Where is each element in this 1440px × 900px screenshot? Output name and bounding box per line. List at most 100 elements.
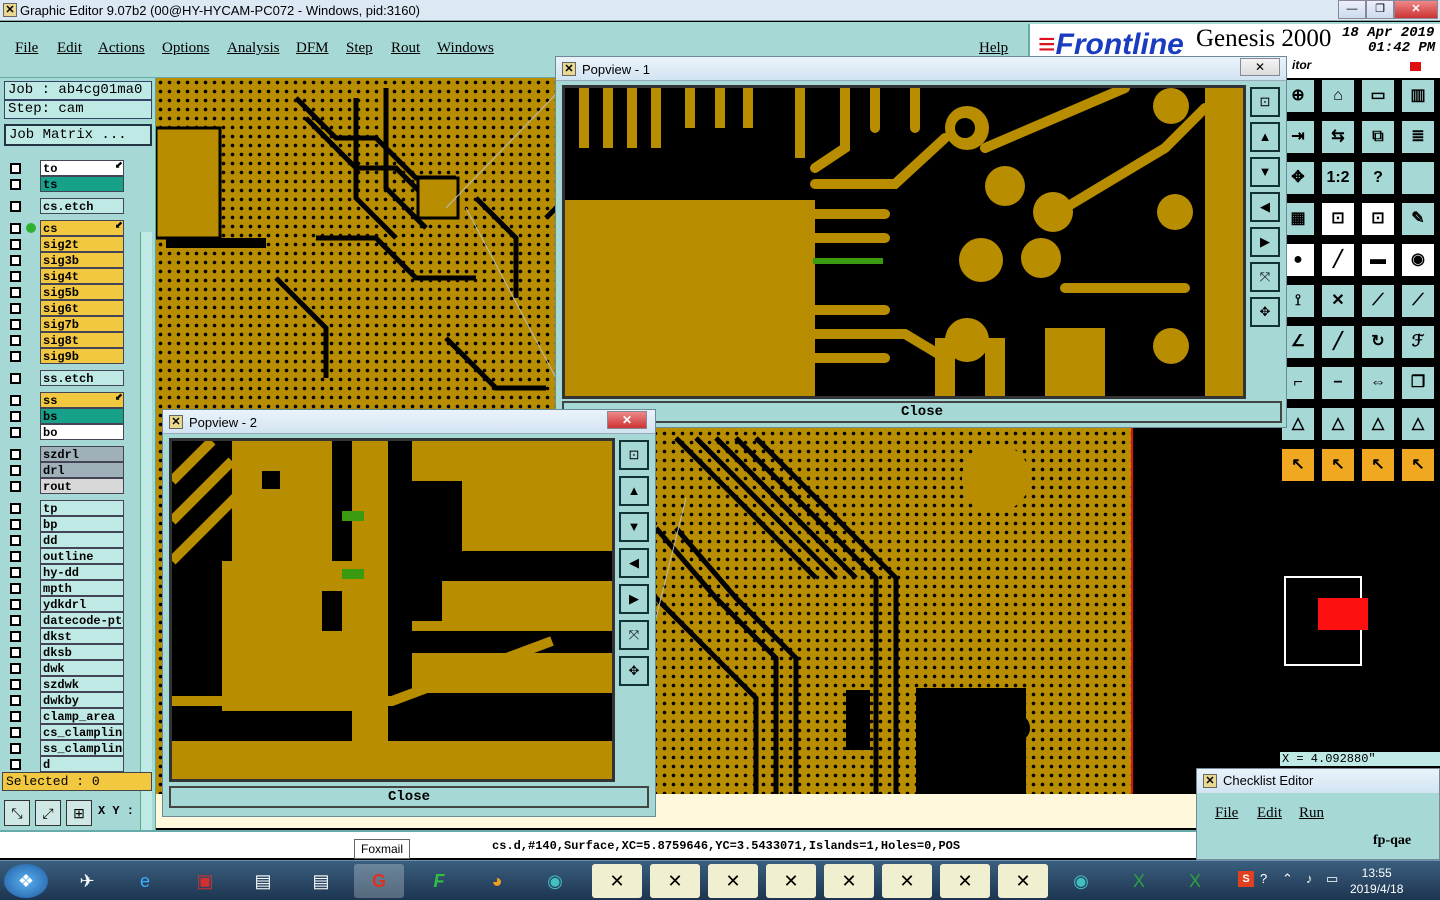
layer-row-sig8t[interactable]: sig8t bbox=[6, 332, 125, 348]
measure-icon[interactable]: ⤢ bbox=[35, 800, 61, 826]
popview-2-zoom-out[interactable]: ⤧ bbox=[619, 620, 649, 650]
layer-checkbox[interactable] bbox=[10, 179, 21, 190]
layer-label[interactable]: dwk bbox=[40, 660, 124, 676]
taskbar-genesis-window-6-icon[interactable]: ✕ bbox=[882, 864, 932, 898]
grid-icon[interactable]: ⊞ bbox=[66, 800, 92, 826]
layer-checkbox[interactable] bbox=[10, 255, 21, 266]
layer-label[interactable]: sig3b bbox=[40, 252, 124, 268]
layer-checkbox[interactable] bbox=[10, 583, 21, 594]
tool-mirror-icon[interactable]: ⇆ bbox=[1320, 119, 1356, 155]
layer-row-mpth[interactable]: mpth bbox=[6, 580, 125, 596]
layer-label[interactable]: sig6t bbox=[40, 300, 124, 316]
menu-edit[interactable]: Edit bbox=[57, 40, 82, 57]
tool-tri3-icon[interactable]: △ bbox=[1360, 406, 1396, 442]
popview-1-pan-left[interactable]: ◀ bbox=[1250, 192, 1280, 222]
tool-slash-icon[interactable]: ╱ bbox=[1320, 324, 1356, 360]
layer-checkbox[interactable] bbox=[10, 711, 21, 722]
layer-label[interactable]: cs bbox=[40, 220, 124, 236]
tool-home-icon[interactable]: ⌂ bbox=[1320, 78, 1356, 114]
layer-row-ss.etch[interactable]: ss.etch bbox=[6, 370, 125, 386]
layer-checkbox[interactable] bbox=[10, 519, 21, 530]
layer-label[interactable]: datecode-pto bbox=[40, 612, 124, 628]
layer-label[interactable]: ydkdrl bbox=[40, 596, 124, 612]
layer-label[interactable]: drl bbox=[40, 462, 124, 478]
layer-row-szdrl[interactable]: szdrl bbox=[6, 446, 125, 462]
tray-network-icon[interactable]: ▭ bbox=[1326, 871, 1338, 887]
layer-label[interactable]: tp bbox=[40, 500, 124, 516]
tool-tri2-icon[interactable]: △ bbox=[1320, 406, 1356, 442]
tool-expand-icon[interactable]: ⇔ bbox=[1360, 365, 1396, 401]
taskbar-doc-icon[interactable]: ▤ bbox=[238, 864, 288, 898]
popview-1-close-button[interactable]: Close bbox=[562, 401, 1282, 423]
layer-row-hy-dd[interactable]: hy-dd bbox=[6, 564, 125, 580]
tool-pointer3-icon[interactable]: ↖ bbox=[1360, 447, 1396, 483]
tool-blank-icon[interactable] bbox=[1400, 160, 1436, 196]
popview-2-pan-down[interactable]: ▼ bbox=[619, 512, 649, 542]
layer-checkbox[interactable] bbox=[10, 335, 21, 346]
layer-checkbox[interactable] bbox=[10, 567, 21, 578]
popview-2-close-button[interactable]: Close bbox=[169, 786, 649, 808]
popview-2-zoom-fit[interactable]: ✥ bbox=[619, 656, 649, 686]
layer-label[interactable]: rout bbox=[40, 478, 124, 494]
tray-sound-icon[interactable]: ♪ bbox=[1306, 871, 1313, 886]
layer-checkbox[interactable] bbox=[10, 743, 21, 754]
layer-row-bo[interactable]: bo bbox=[6, 424, 125, 440]
layer-row-datecode-pto[interactable]: datecode-pto bbox=[6, 612, 125, 628]
popview-2-close-x[interactable]: ✕ bbox=[607, 411, 647, 429]
tray-s-icon[interactable]: S bbox=[1238, 871, 1254, 887]
layer-checkbox[interactable] bbox=[10, 411, 21, 422]
tool-tri4-icon[interactable]: △ bbox=[1400, 406, 1436, 442]
menu-dfm[interactable]: DFM bbox=[296, 40, 329, 57]
taskbar-genesis-window-7-icon[interactable]: ✕ bbox=[940, 864, 990, 898]
tool-page-icon[interactable]: ▥ bbox=[1400, 78, 1436, 114]
menu-help[interactable]: Help bbox=[979, 40, 1008, 57]
popview-1-pan-up[interactable]: ▲ bbox=[1250, 122, 1280, 152]
popview-1-zoom-fit[interactable]: ✥ bbox=[1250, 297, 1280, 327]
layer-row-cs[interactable]: cs ⬋ bbox=[6, 220, 125, 236]
taskbar-foxmail-icon[interactable]: G bbox=[354, 864, 404, 898]
tool-snap-icon[interactable]: ⊡ bbox=[1320, 201, 1356, 237]
layer-checkbox[interactable] bbox=[10, 615, 21, 626]
layer-checkbox[interactable] bbox=[10, 631, 21, 642]
layer-checkbox[interactable] bbox=[10, 481, 21, 492]
tool-step-icon[interactable]: ⧉ bbox=[1360, 119, 1396, 155]
layer-checkbox[interactable] bbox=[10, 727, 21, 738]
taskbar-genesis-window-2-icon[interactable]: ✕ bbox=[650, 864, 700, 898]
layer-row-sig5b[interactable]: sig5b bbox=[6, 284, 125, 300]
layer-label[interactable]: hy-dd bbox=[40, 564, 124, 580]
tool-pointer-icon[interactable]: ↖ bbox=[1280, 447, 1316, 483]
layer-row-bp[interactable]: bp bbox=[6, 516, 125, 532]
layer-label[interactable]: sig8t bbox=[40, 332, 124, 348]
layer-row-outline[interactable]: outline bbox=[6, 548, 125, 564]
layer-label[interactable]: bo bbox=[40, 424, 124, 440]
popview-1-pan-right[interactable]: ▶ bbox=[1250, 227, 1280, 257]
tool-edit-icon[interactable]: ✎ bbox=[1400, 201, 1436, 237]
layer-row-cs_clampline[interactable]: cs_clampline bbox=[6, 724, 125, 740]
layer-row-sig3b[interactable]: sig3b bbox=[6, 252, 125, 268]
popview-2-pan-left[interactable]: ◀ bbox=[619, 548, 649, 578]
layer-label[interactable]: ss bbox=[40, 392, 124, 408]
layer-label[interactable]: sig2t bbox=[40, 236, 124, 252]
tool-window-icon[interactable]: ▭ bbox=[1360, 78, 1396, 114]
layer-row-sig9b[interactable]: sig9b bbox=[6, 348, 125, 364]
layer-row-ss[interactable]: ss ⬋ bbox=[6, 392, 125, 408]
tool-layer-icon[interactable]: ≣ bbox=[1400, 119, 1436, 155]
popview-1-pan-down[interactable]: ▼ bbox=[1250, 157, 1280, 187]
tool-pointer4-icon[interactable]: ↖ bbox=[1400, 447, 1436, 483]
layer-checkbox[interactable] bbox=[10, 647, 21, 658]
layer-label[interactable]: ss_clampline bbox=[40, 740, 124, 756]
minimize-button[interactable]: — bbox=[1338, 0, 1366, 19]
layer-checkbox[interactable] bbox=[10, 465, 21, 476]
taskbar-excel-icon[interactable]: X bbox=[1114, 864, 1164, 898]
layer-label[interactable]: dksb bbox=[40, 644, 124, 660]
layer-row-cs.etch[interactable]: cs.etch bbox=[6, 198, 125, 214]
taskbar-app-bird-icon[interactable]: ✈ bbox=[62, 864, 112, 898]
layer-row-dwk[interactable]: dwk bbox=[6, 660, 125, 676]
checklist-item[interactable]: fp-qae bbox=[1373, 833, 1411, 849]
popview-1-canvas[interactable] bbox=[562, 85, 1246, 399]
layer-row-tp[interactable]: tp bbox=[6, 500, 125, 516]
layer-label[interactable]: d bbox=[40, 756, 124, 772]
layer-row-ydkdrl[interactable]: ydkdrl bbox=[6, 596, 125, 612]
taskbar-clock[interactable]: 13:55 2019/4/18 bbox=[1350, 865, 1403, 897]
taskbar-shell-icon[interactable]: ◕ bbox=[472, 864, 522, 898]
